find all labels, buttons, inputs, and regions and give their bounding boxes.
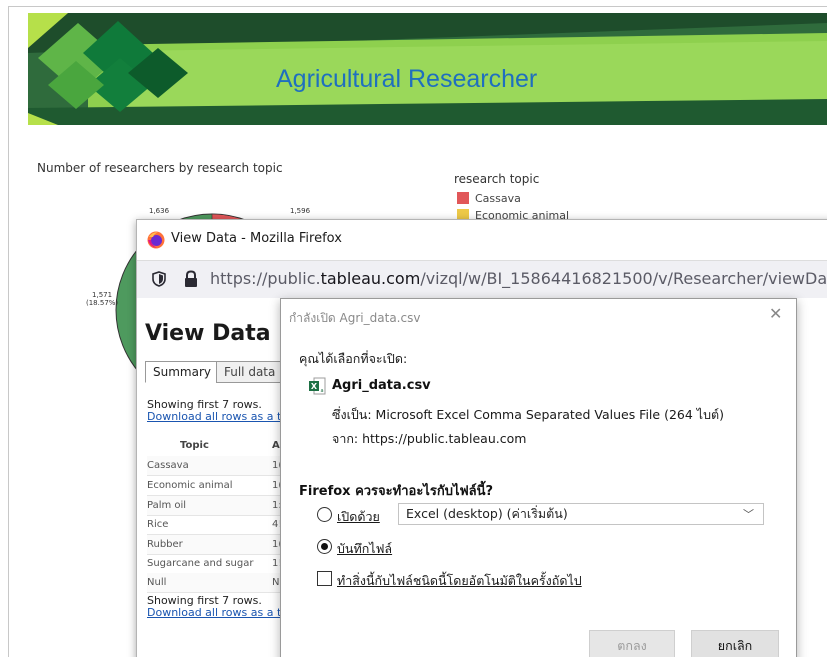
save-file-label[interactable]: บันทึกไฟล์: [337, 539, 392, 559]
open-with-label[interactable]: เปิดด้วย: [337, 507, 380, 527]
table-row: Economic animal 1(: [147, 476, 282, 496]
viz-title: Number of researchers by research topic: [37, 161, 283, 175]
svg-text:a: a: [320, 388, 323, 394]
tab-summary[interactable]: Summary: [145, 361, 219, 383]
legend-title: research topic: [454, 172, 540, 186]
chevron-down-icon: ﹀: [743, 508, 754, 521]
dashboard-banner: Agricultural Researcher: [28, 13, 827, 125]
table-row: Rubber 1(: [147, 535, 282, 555]
tracking-shield-icon[interactable]: [152, 271, 166, 287]
ok-button[interactable]: ตกลง: [589, 630, 675, 657]
file-source-row: จาก: https://public.tableau.com: [332, 431, 527, 446]
column-header-2[interactable]: A: [272, 440, 280, 451]
dialog-intro: คุณได้เลือกที่จะเปิด:: [299, 351, 408, 366]
remember-choice-label[interactable]: ทำสิ่งนี้กับไฟล์ชนิดนี้โดยอัตโนมัติในครั…: [337, 571, 582, 591]
legend-swatch: [457, 209, 469, 219]
save-file-radio[interactable]: [317, 539, 332, 554]
pie-label-top-left: 1,636: [149, 207, 170, 215]
pie-label-left: 1,571 (18.57%): [86, 291, 119, 307]
legend-swatch: [457, 192, 469, 204]
download-all-link-top[interactable]: Download all rows as a t: [147, 411, 281, 423]
legend-label: Cassava: [475, 192, 521, 205]
dialog-question: Firefox ควรจะทำอะไรกับไฟล์นี้?: [299, 484, 494, 499]
cancel-button[interactable]: ยกเลิก: [691, 630, 779, 657]
banner-title: Agricultural Researcher: [276, 65, 538, 93]
legend-item-cassava[interactable]: Cassava: [457, 192, 521, 205]
table-row: Sugarcane and sugar 1!: [147, 554, 282, 574]
legend-item-economic-animal[interactable]: Economic animal: [457, 209, 569, 219]
screen: { "dashboard": { "banner_title": "Agricu…: [0, 0, 827, 657]
svg-text:X: X: [311, 382, 318, 391]
file-name: Agri_data.csv: [332, 378, 431, 393]
view-data-tabs: Summary Full data: [145, 361, 295, 383]
view-data-heading: View Data: [145, 321, 271, 346]
excel-file-icon: X a: [309, 377, 326, 395]
pie-label-top-right: 1,596: [290, 207, 311, 215]
download-all-link-bottom[interactable]: Download all rows as a t: [147, 607, 281, 619]
window-title: View Data - Mozilla Firefox: [171, 231, 342, 246]
dialog-title: กำลังเปิด Agri_data.csv: [289, 311, 421, 325]
firefox-logo-icon: [147, 231, 165, 249]
open-with-select[interactable]: Excel (desktop) (ค่าเริ่มต้น) ﹀: [398, 503, 764, 525]
open-with-value: Excel (desktop) (ค่าเริ่มต้น): [406, 506, 568, 521]
window-titlebar[interactable]: View Data - Mozilla Firefox: [137, 220, 827, 260]
tab-full-data[interactable]: Full data: [216, 361, 284, 383]
table-row: Rice 4!: [147, 515, 282, 535]
remember-choice-checkbox[interactable]: [317, 571, 332, 586]
file-type-row: ซึ่งเป็น: Microsoft Excel Comma Separate…: [332, 407, 724, 422]
table-row: Cassava 1(: [147, 456, 282, 476]
close-icon[interactable]: ✕: [769, 304, 782, 323]
legend-label: Economic animal: [475, 209, 570, 219]
column-header-topic[interactable]: Topic: [180, 440, 209, 451]
table-row: Null N: [147, 573, 282, 593]
lock-icon[interactable]: [183, 270, 199, 288]
open-file-dialog[interactable]: กำลังเปิด Agri_data.csv ✕ คุณได้เลือกที่…: [280, 298, 797, 657]
table-row: Palm oil 1:: [147, 496, 282, 516]
open-with-radio[interactable]: [317, 507, 332, 522]
url-bar[interactable]: https://public.tableau.com/vizql/w/BI_15…: [137, 260, 827, 298]
url-text[interactable]: https://public.tableau.com/vizql/w/BI_15…: [210, 269, 827, 288]
